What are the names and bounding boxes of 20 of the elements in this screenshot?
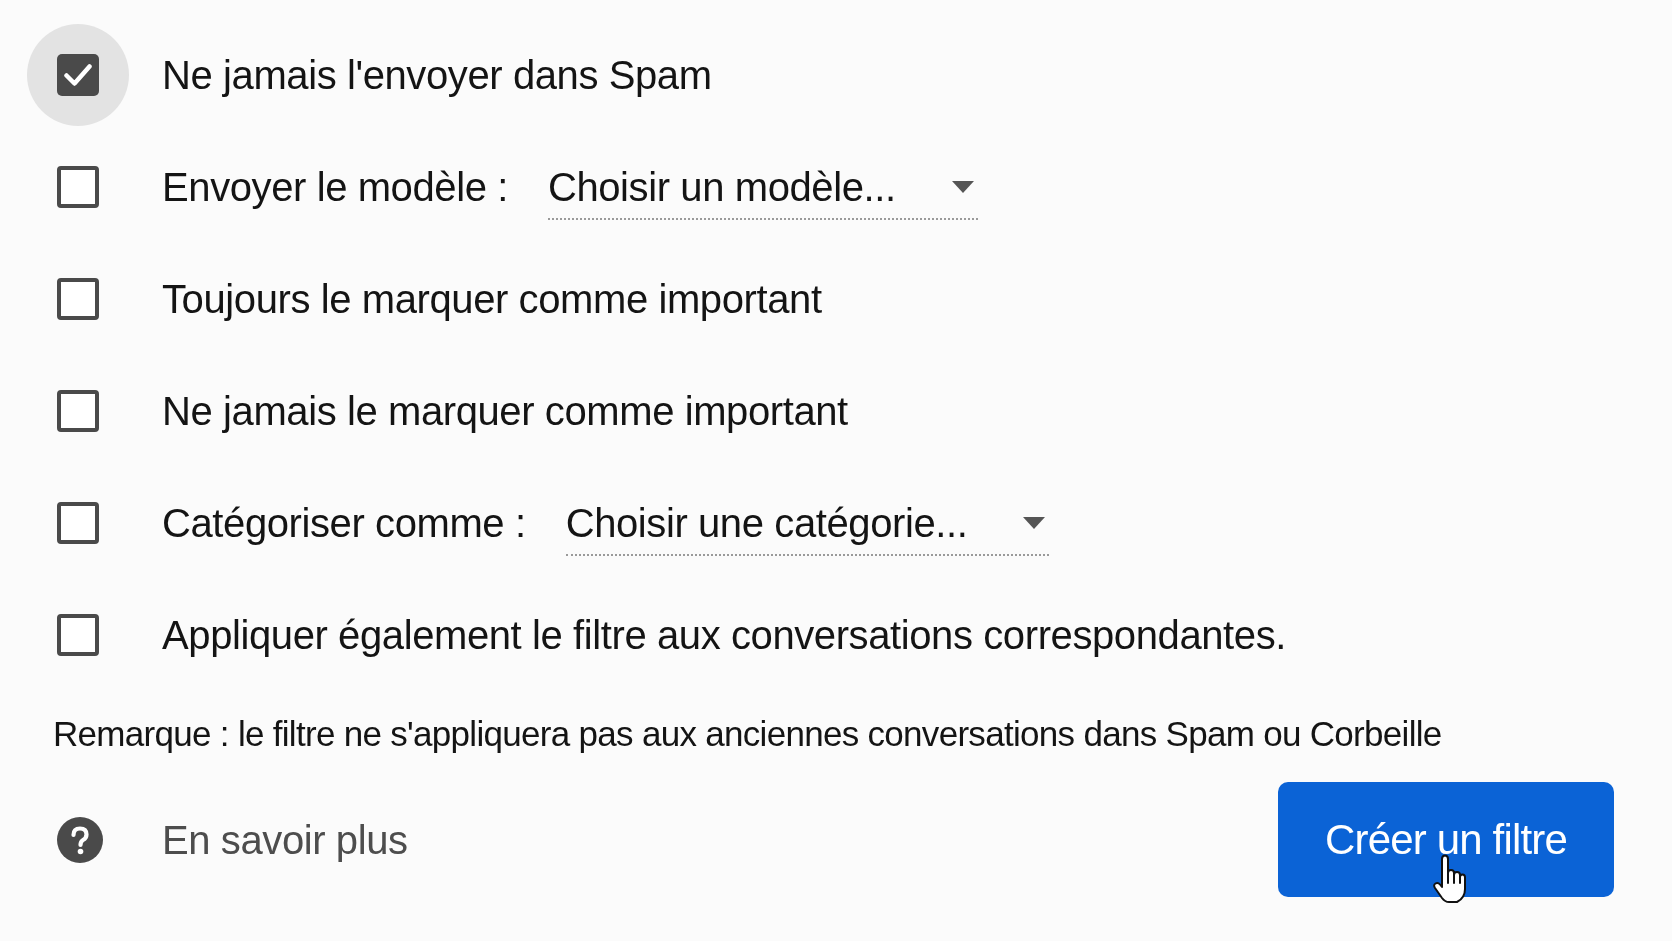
checkbox-label: Toujours le marquer comme important <box>162 276 822 322</box>
dropdown[interactable]: Choisir une catégorie... <box>565 490 1050 556</box>
checkbox[interactable] <box>57 166 99 208</box>
checkbox-label: Envoyer le modèle : <box>162 164 508 210</box>
checkbox-label: Ne jamais le marquer comme important <box>162 388 848 434</box>
checkmark-icon <box>64 64 92 86</box>
checkbox[interactable] <box>57 278 99 320</box>
checkbox[interactable] <box>57 614 99 656</box>
checkbox-label: Ne jamais l'envoyer dans Spam <box>162 52 712 98</box>
caret-icon <box>951 181 974 193</box>
checkbox[interactable] <box>57 390 99 432</box>
caret-icon <box>1023 517 1046 529</box>
checkbox-label: Appliquer également le filtre aux conversations correspondantes. <box>162 612 1286 658</box>
dropdown[interactable]: Choisir un modèle... <box>547 154 978 220</box>
create-filter-button[interactable]: Créer un filtre <box>1278 782 1614 897</box>
checkbox[interactable] <box>57 502 99 544</box>
learn-more-link[interactable]: En savoir plus <box>162 819 408 860</box>
note-text: Remarque : le filtre ne s'appliquera pas aux anciennes conversations dans Spam ou Corbeille <box>53 713 1442 755</box>
help-icon[interactable] <box>57 816 103 863</box>
checkbox-label: Catégoriser comme : <box>162 500 526 546</box>
